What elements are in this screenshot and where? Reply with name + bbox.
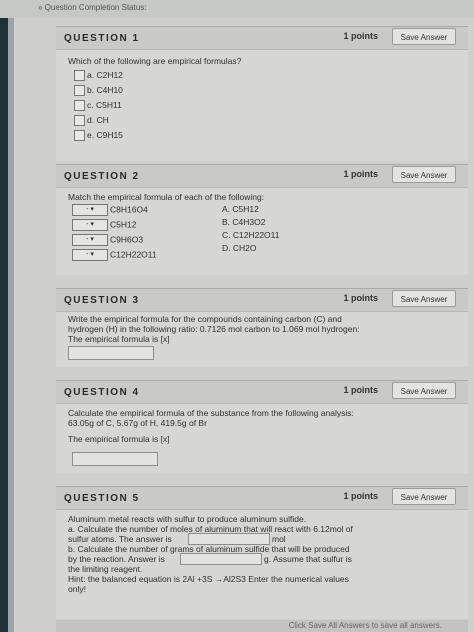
checkbox[interactable] <box>74 115 85 127</box>
question-4-header: QUESTION 4 1 points Save Answer <box>56 381 468 404</box>
question-5-line-1: Aluminum metal reacts with sulfur to pro… <box>68 514 307 524</box>
match-answer: B. C4H3O2 <box>222 217 266 227</box>
question-3-prompt-line-1: Write the empirical formula for the comp… <box>68 314 342 324</box>
question-5-save-button[interactable]: Save Answer <box>392 488 456 505</box>
question-5-line-8: only! <box>68 584 86 594</box>
question-4-save-button[interactable]: Save Answer <box>392 382 456 399</box>
question-2-points: 1 points <box>343 169 378 179</box>
question-5-line-6: the limiting reagent. <box>68 564 143 574</box>
question-4-prompt-line-3: The empirical formula is [x] <box>68 434 170 444</box>
question-1-title: QUESTION 1 <box>64 33 140 44</box>
question-1-option[interactable]: b. C4H10 <box>74 85 123 97</box>
left-edge-bar <box>0 0 8 632</box>
match-select[interactable]: - ▾ <box>72 219 108 231</box>
match-answer: D. CH2O <box>222 243 257 253</box>
question-3: QUESTION 3 1 points Save Answer Write th… <box>56 288 468 367</box>
question-4-points: 1 points <box>343 385 378 395</box>
grams-answer-input[interactable] <box>180 553 262 565</box>
question-1-option[interactable]: d. CH <box>74 115 109 127</box>
save-all-text[interactable]: Click Save All Answers to save all answe… <box>289 621 442 630</box>
question-4-answer-input[interactable] <box>72 452 158 466</box>
question-2-prompt: Match the empirical formula of each of t… <box>68 192 265 202</box>
question-3-answer-input[interactable] <box>68 346 154 360</box>
question-1-prompt: Which of the following are empirical for… <box>68 56 242 66</box>
question-3-prompt-line-3: The empirical formula is [x] <box>68 334 170 344</box>
question-1-option[interactable]: a. C2H12 <box>74 70 123 82</box>
question-5-header: QUESTION 5 1 points Save Answer <box>56 487 468 510</box>
match-select[interactable]: - ▾ <box>72 234 108 246</box>
question-1-header: QUESTION 1 1 points Save Answer <box>56 27 468 50</box>
question-2-header: QUESTION 2 1 points Save Answer <box>56 165 468 188</box>
question-2: QUESTION 2 1 points Save Answer Match th… <box>56 164 468 275</box>
match-select[interactable]: - ▾ <box>72 249 108 261</box>
question-3-header: QUESTION 3 1 points Save Answer <box>56 289 468 312</box>
question-3-title: QUESTION 3 <box>64 295 140 306</box>
match-row[interactable]: - ▾ C9H6O3 <box>72 234 143 246</box>
question-3-prompt-line-2: hydrogen (H) in the following ratio: 0.7… <box>68 324 360 334</box>
checkbox[interactable] <box>74 130 85 142</box>
question-5-line-5b: g. Assume that sulfur is <box>264 554 352 564</box>
question-1-save-button[interactable]: Save Answer <box>392 28 456 45</box>
completion-status-label: » Question Completion Status: <box>38 3 147 12</box>
question-1: QUESTION 1 1 points Save Answer Which of… <box>56 26 468 161</box>
question-1-option[interactable]: e. C9H15 <box>74 130 123 142</box>
completion-status-bar[interactable]: » Question Completion Status: <box>0 0 474 18</box>
question-5-points: 1 points <box>343 491 378 501</box>
question-1-points: 1 points <box>343 31 378 41</box>
question-4: QUESTION 4 1 points Save Answer Calculat… <box>56 380 468 473</box>
checkbox[interactable] <box>74 100 85 112</box>
question-5-line-7: Hint: the balanced equation is 2Al +3S →… <box>68 574 349 584</box>
question-2-save-button[interactable]: Save Answer <box>392 166 456 183</box>
question-5-line-3a: sulfur atoms. The answer is <box>68 534 172 544</box>
question-4-title: QUESTION 4 <box>64 387 140 398</box>
question-4-prompt-line-1: Calculate the empirical formula of the s… <box>68 408 354 418</box>
question-5-line-3b: mol <box>272 534 286 544</box>
match-answer: A. C5H12 <box>222 204 259 214</box>
question-4-prompt-line-2: 63.05g of C, 5.67g of H, 419.5g of Br <box>68 418 207 428</box>
left-edge-shade <box>8 0 14 632</box>
save-all-footer: Click Save All Answers to save all answe… <box>56 620 468 632</box>
question-2-title: QUESTION 2 <box>64 171 140 182</box>
question-1-option[interactable]: c. C5H11 <box>74 100 122 112</box>
question-5-title: QUESTION 5 <box>64 493 140 504</box>
match-row[interactable]: - ▾ C8H16O4 <box>72 204 148 216</box>
match-select[interactable]: - ▾ <box>72 204 108 216</box>
question-3-points: 1 points <box>343 293 378 303</box>
checkbox[interactable] <box>74 70 85 82</box>
question-5-line-5a: by the reaction. Answer is <box>68 554 165 564</box>
question-3-save-button[interactable]: Save Answer <box>392 290 456 307</box>
match-row[interactable]: - ▾ C12H22O11 <box>72 249 157 261</box>
match-row[interactable]: - ▾ C5H12 <box>72 219 136 231</box>
question-5: QUESTION 5 1 points Save Answer Aluminum… <box>56 486 468 619</box>
checkbox[interactable] <box>74 85 85 97</box>
match-answer: C. C12H22O11 <box>222 230 280 240</box>
